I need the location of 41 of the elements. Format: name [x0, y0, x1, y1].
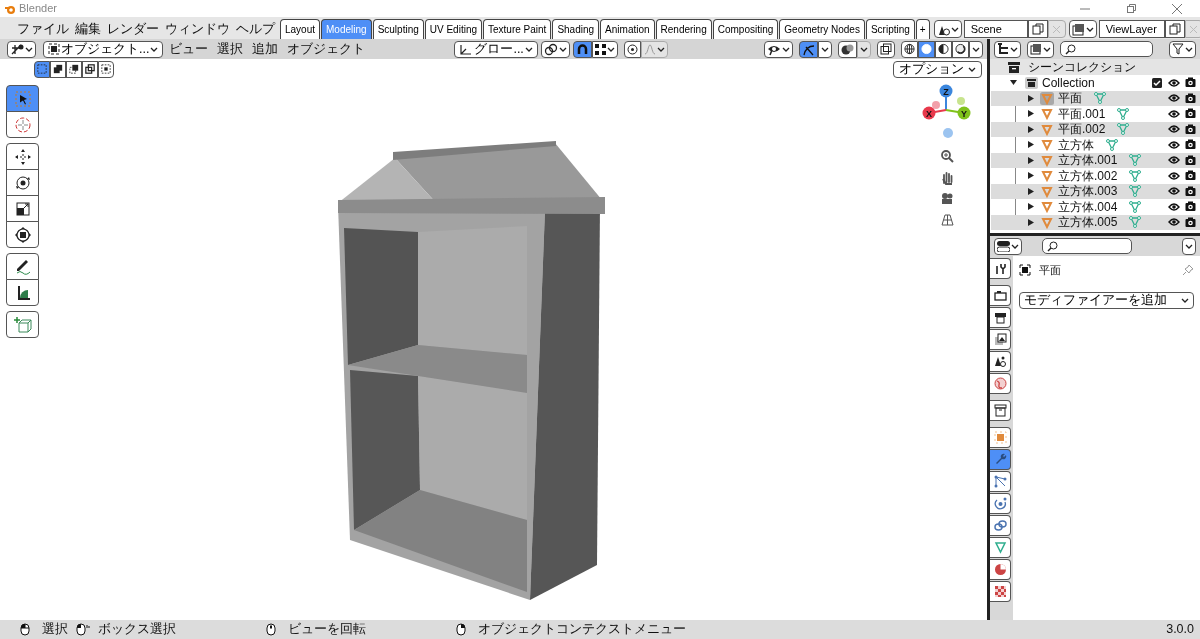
workspace-tab[interactable]: Geometry Nodes: [779, 19, 865, 39]
axis-label: Y: [961, 108, 967, 119]
scene-collection-label: シーンコレクション: [1028, 59, 1136, 76]
collection-label: Collection: [1042, 74, 1096, 92]
menu-item[interactable]: レンダー: [104, 19, 162, 39]
mode-dropdown[interactable]: オブジェクト...: [43, 40, 164, 58]
menu-item[interactable]: ファイル: [14, 19, 72, 39]
orientation-dropdown[interactable]: グロー...: [454, 40, 538, 58]
scene-field[interactable]: Scene: [963, 20, 1028, 38]
workspace-tab[interactable]: Rendering: [655, 19, 712, 39]
workspace-tab[interactable]: UV Editing: [424, 19, 482, 39]
workspace-tab[interactable]: Compositing: [712, 19, 779, 39]
view-layer-field[interactable]: ViewLayer: [1098, 20, 1165, 38]
workspace-tab[interactable]: Shading: [552, 19, 600, 39]
workspace-tab[interactable]: Layout: [280, 19, 321, 39]
axis-label: Z: [943, 86, 949, 97]
window-title: Blender: [19, 1, 57, 17]
menu-item[interactable]: 編集: [72, 19, 104, 39]
menu-item[interactable]: 選択: [214, 39, 247, 59]
menu-item[interactable]: 追加: [249, 39, 282, 59]
status-hint: ボックス選択: [98, 621, 176, 639]
options-dropdown[interactable]: オプション: [893, 60, 982, 78]
add-modifier-dropdown[interactable]: モディファイアーを追加: [1019, 291, 1194, 309]
version-label: 3.0.0: [1166, 621, 1194, 639]
status-hint: 選択: [42, 621, 68, 639]
menu-item[interactable]: ウィンドウ: [162, 19, 233, 39]
workspace-tab[interactable]: Texture Paint: [483, 19, 552, 39]
workspace-tab[interactable]: Scripting: [865, 19, 915, 39]
object-label[interactable]: 立方体: [1058, 135, 1094, 154]
status-hint: オブジェクトコンテクストメニュー: [478, 621, 686, 639]
status-hint: ビューを回転: [288, 621, 366, 639]
workspace-tab[interactable]: Sculpting: [372, 19, 424, 39]
workspace-tab[interactable]: Animation: [600, 19, 655, 39]
menu-item[interactable]: オブジェクト: [284, 39, 369, 59]
axis-label: X: [926, 108, 932, 119]
object-label[interactable]: 立方体.002: [1058, 166, 1118, 185]
object-label[interactable]: 立方体.004: [1058, 197, 1118, 216]
menu-item[interactable]: ビュー: [166, 39, 212, 59]
menu-item[interactable]: ヘルプ: [233, 19, 278, 39]
add-workspace-button[interactable]: +: [915, 19, 930, 39]
object-name: 平面: [1039, 263, 1062, 278]
